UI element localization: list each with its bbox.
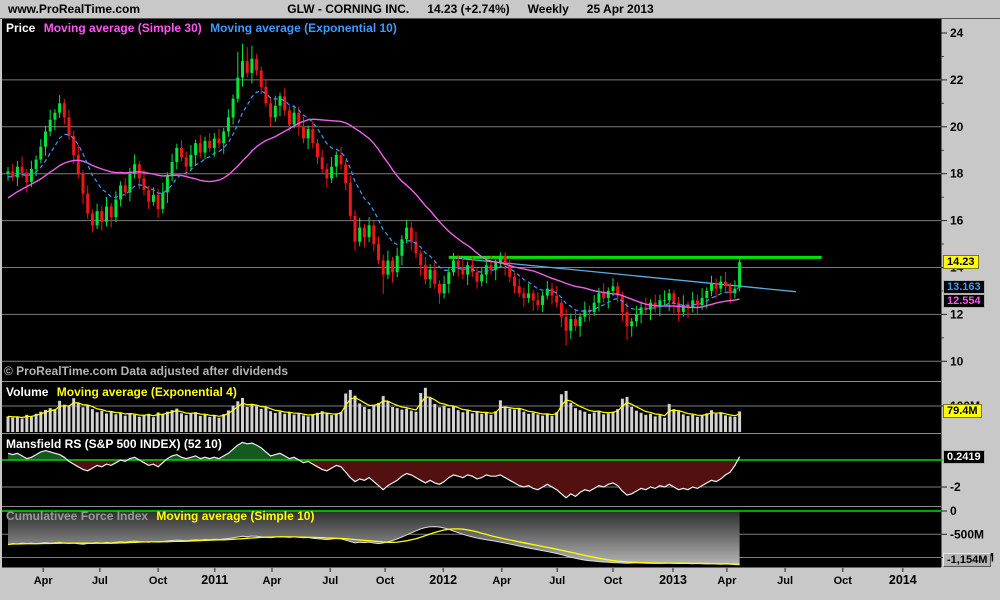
time-axis-label: Oct	[834, 575, 853, 587]
time-axis-label: Jul	[777, 575, 793, 587]
ema10-value-badge: 13.163	[943, 280, 985, 294]
mansfield-axis-label: -2	[950, 480, 961, 494]
instrument-name: GLW - CORNING INC.	[287, 2, 410, 16]
time-axis-label: Jul	[549, 575, 565, 587]
time-axis-label: Apr	[34, 575, 54, 587]
cfi-label: Cumulativee Force Index	[6, 509, 149, 523]
last-price-badge: 14.23	[943, 255, 979, 269]
quote-date: 25 Apr 2013	[586, 2, 654, 16]
sma30-value-badge: 12.554	[943, 294, 985, 308]
timeframe-label: Weekly	[527, 2, 569, 16]
time-axis-label: 2011	[201, 573, 228, 587]
instrument-quote: 14.23 (+2.74%)	[427, 2, 510, 16]
time-axis-label: 2012	[429, 573, 457, 587]
volume-ema-legend[interactable]: Moving average (Exponential 4)	[57, 385, 237, 399]
instrument-title: GLW - CORNING INC. 14.23 (+2.74%) Weekly 25…	[0, 2, 941, 16]
time-axis-label: Jul	[92, 575, 108, 587]
time-axis-label: Oct	[604, 575, 623, 587]
time-axis-label: Apr	[263, 575, 283, 587]
volume-panel-header: Volume Moving average (Exponential 4)	[6, 385, 242, 399]
volume-value-badge: 79.4M	[943, 404, 982, 418]
volume-label: Volume	[6, 385, 49, 399]
time-axis-label: Apr	[717, 575, 737, 587]
price-axis-label: 20	[950, 120, 964, 134]
time-axis-label: Oct	[149, 575, 168, 587]
price-label: Price	[6, 21, 36, 35]
price-axis-label: 18	[950, 167, 964, 181]
copyright-notice: © ProRealTime.com Data adjusted after di…	[4, 364, 289, 378]
time-axis-label: Oct	[376, 575, 395, 587]
cfi-ma-legend[interactable]: Moving average (Simple 10)	[156, 509, 314, 523]
price-axis-label: 12	[950, 307, 964, 321]
time-axis-label: 2013	[659, 573, 687, 587]
mansfield-panel-header: Mansfield RS (S&P 500 INDEX) (52 10)	[6, 437, 227, 451]
cfi-axis-label: -500M	[950, 527, 984, 541]
time-axis-label: 2014	[889, 573, 917, 587]
ema10-legend[interactable]: Moving average (Exponential 10)	[210, 21, 397, 35]
price-axis-label: 10	[950, 354, 964, 368]
mansfield-value-badge: 0.2419	[943, 450, 985, 464]
cfi-axis-label: 0	[950, 504, 957, 518]
time-axis-label: Jul	[322, 575, 338, 587]
time-axis-label: Apr	[492, 575, 512, 587]
sma30-legend[interactable]: Moving average (Simple 30)	[44, 21, 202, 35]
mansfield-label: Mansfield RS (S&P 500 INDEX) (52 10)	[6, 437, 222, 451]
prorealtime-chart-window: 2422201816141210100M-20-500M-1,000MAprJu…	[0, 0, 1000, 600]
cfi-panel-header: Cumulativee Force Index Moving average (…	[6, 509, 319, 523]
price-axis-label: 22	[950, 73, 964, 87]
price-panel-header: Price Moving average (Simple 30) Moving …	[6, 21, 402, 35]
price-axis-label: 16	[950, 214, 964, 228]
price-axis-label: 24	[950, 26, 964, 40]
chart-background	[2, 19, 941, 567]
cfi-value-badge: -1,154M	[943, 553, 992, 567]
